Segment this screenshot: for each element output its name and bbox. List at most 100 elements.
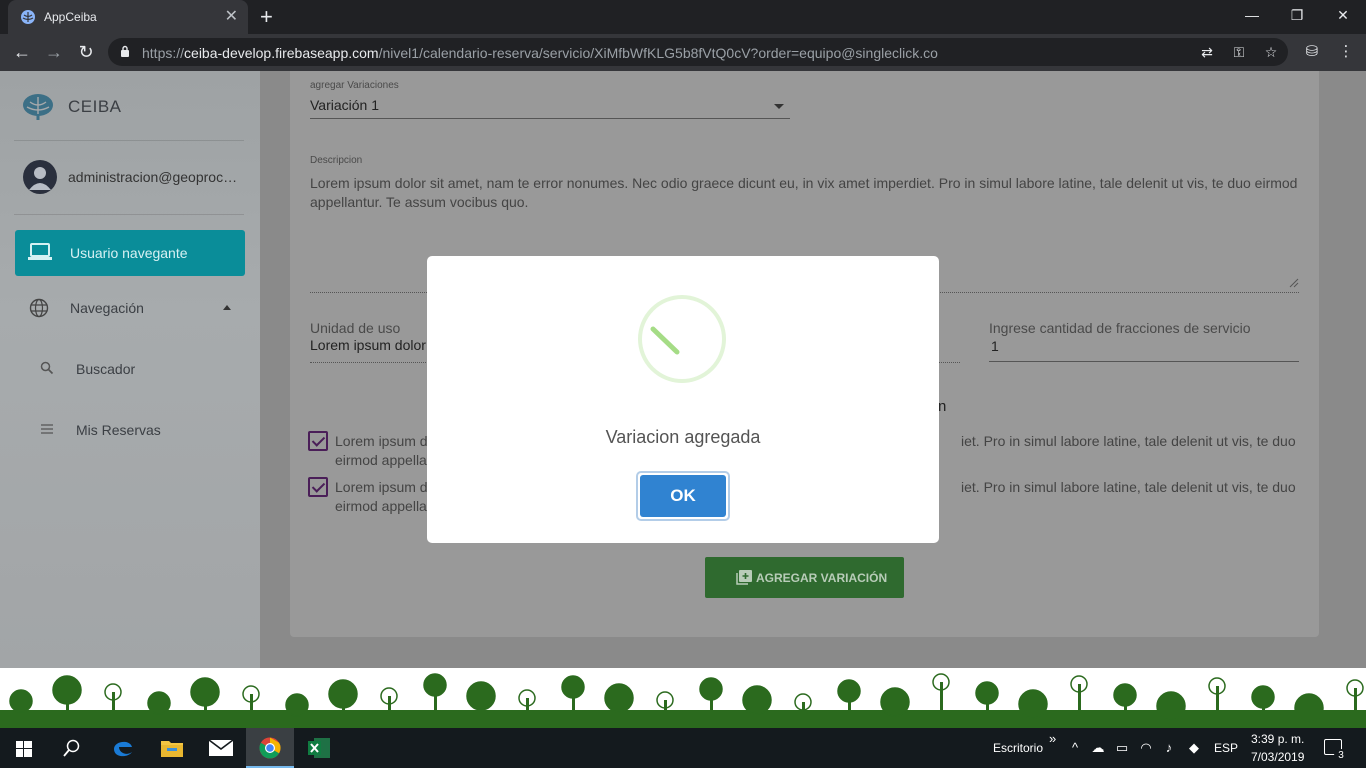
tree-crown: [52, 675, 82, 705]
success-spinner-icon: [638, 295, 726, 383]
avatar[interactable]: [23, 160, 57, 194]
select-underline: [310, 118, 790, 119]
variation-select-label: agregar Variaciones: [310, 80, 399, 91]
taskbar-mail[interactable]: [197, 728, 245, 768]
extension-icon[interactable]: ⛁: [1302, 42, 1322, 62]
notification-count-badge: 3: [1334, 749, 1348, 763]
user-icon: [29, 167, 51, 190]
onedrive-cloud-icon[interactable]: ☁: [1089, 739, 1107, 757]
section-heading: n: [938, 398, 947, 415]
folder-icon: [161, 741, 183, 757]
window-restore-button[interactable]: ❐: [1274, 0, 1320, 30]
sidebar-item-navegacion[interactable]: Navegación: [15, 288, 245, 328]
battery-icon[interactable]: ▭: [1113, 739, 1131, 757]
taskbar-chrome[interactable]: [246, 728, 294, 768]
sidebar-item-usuario-navegante[interactable]: Usuario navegante: [15, 230, 245, 276]
lock-icon: [121, 45, 129, 57]
option-checkbox-1[interactable]: [308, 431, 328, 451]
ceiba-favicon-icon: [21, 10, 35, 24]
window-minimize-button[interactable]: —: [1229, 0, 1275, 30]
wifi-icon[interactable]: ◠: [1137, 739, 1155, 757]
sidebar: CEIBA administracion@geoprocesamiento.co…: [0, 71, 260, 668]
clock-time[interactable]: 3:39 p. m.: [1251, 732, 1304, 746]
window-close-button[interactable]: ✕: [1320, 0, 1366, 30]
volume-icon[interactable]: ♪: [1160, 739, 1178, 757]
tree-crown: [742, 685, 772, 715]
dropdown-arrow-icon[interactable]: [774, 104, 784, 109]
fractions-underline: [989, 361, 1299, 362]
taskbar-search-button[interactable]: [48, 728, 96, 768]
sidebar-divider: [14, 140, 244, 141]
show-hidden-icons-icon[interactable]: ^: [1066, 739, 1084, 757]
variation-select[interactable]: Variación 1: [310, 97, 379, 113]
chrome-browser-icon: [259, 737, 281, 759]
option-checkbox-2[interactable]: [308, 477, 328, 497]
resize-handle-icon[interactable]: [1289, 278, 1299, 288]
unit-input[interactable]: Lorem ipsum dolor: [310, 337, 426, 353]
tree-trunk: [664, 700, 667, 712]
add-variation-button[interactable]: AGREGAR VARIACIÓN: [705, 557, 904, 598]
chrome-menu-icon[interactable]: ⋮: [1336, 42, 1356, 62]
taskbar-file-explorer[interactable]: [148, 728, 196, 768]
option-text-2-end: iet. Pro in simul labore latine, tale de…: [961, 479, 1296, 495]
bookmark-star-icon[interactable]: ☆: [1262, 43, 1280, 61]
dropbox-icon[interactable]: ◆: [1185, 739, 1203, 757]
option-text-1: Lorem ipsum d: [335, 433, 428, 449]
start-button[interactable]: [0, 728, 48, 768]
fractions-input[interactable]: 1: [991, 338, 999, 354]
language-indicator[interactable]: ESP: [1214, 741, 1238, 755]
mail-icon: [209, 740, 233, 756]
tree-crown: [1018, 689, 1048, 719]
windows-logo-icon: [16, 741, 32, 757]
sidebar-item-label: Navegación: [70, 300, 144, 316]
search-icon: [40, 361, 54, 375]
user-email[interactable]: administracion@geoprocesamiento.co: [68, 169, 244, 185]
fractions-label: Ingrese cantidad de fracciones de servic…: [989, 320, 1251, 336]
tree-crown: [1113, 683, 1137, 707]
tree-crown: [423, 673, 447, 697]
tree-crown: [190, 677, 220, 707]
tab-close-icon[interactable]: ✕: [225, 7, 238, 27]
ok-button[interactable]: OK: [640, 475, 726, 517]
new-tab-button[interactable]: +: [260, 5, 273, 29]
tree-crown: [328, 679, 358, 709]
taskbar-edge[interactable]: [99, 728, 147, 768]
forest-silhouette-image: [0, 673, 1366, 728]
sidebar-item-mis-reservas[interactable]: Mis Reservas: [15, 410, 245, 450]
excel-icon: [308, 738, 330, 758]
translate-icon[interactable]: ⇄: [1198, 43, 1216, 61]
address-bar[interactable]: https://ceiba-develop.firebaseapp.com/ni…: [108, 38, 1288, 66]
description-label: Descripcion: [310, 155, 363, 166]
back-arrow-icon[interactable]: ←: [10, 40, 34, 64]
clock-date[interactable]: 7/03/2019: [1251, 750, 1304, 764]
description-textarea[interactable]: Lorem ipsum dolor sit amet, nam te error…: [310, 174, 1300, 212]
desktop-toolbar-label[interactable]: Escritorio: [993, 741, 1043, 755]
url-host: ceiba-develop.firebaseapp.com: [184, 45, 379, 61]
brand-name: CEIBA: [68, 97, 122, 116]
tree-trunk: [250, 694, 253, 712]
toolbar-chevron-icon[interactable]: »: [1049, 731, 1056, 746]
sidebar-item-buscador[interactable]: Buscador: [15, 349, 245, 389]
ceiba-tree-logo-icon: [23, 94, 53, 120]
tree-trunk: [1354, 688, 1357, 712]
reload-icon[interactable]: ↻: [74, 40, 98, 64]
tree-crown: [147, 691, 171, 715]
taskbar-excel[interactable]: [295, 728, 343, 768]
success-dialog: Variacion agregada OK: [427, 256, 939, 543]
browser-tab[interactable]: AppCeiba ✕: [8, 0, 248, 34]
ok-button-focus-ring: OK: [636, 471, 730, 521]
option-text-1-end: iet. Pro in simul labore latine, tale de…: [961, 433, 1296, 449]
browser-tab-strip: AppCeiba ✕ + — ❐ ✕: [0, 0, 1366, 34]
tree-trunk: [940, 682, 943, 712]
tree-crown: [561, 675, 585, 699]
tree-trunk: [112, 692, 115, 712]
url-scheme: https://: [142, 45, 185, 61]
tree-crown: [604, 683, 634, 713]
tree-crown: [975, 681, 999, 705]
forward-arrow-icon[interactable]: →: [42, 40, 66, 64]
key-icon[interactable]: ⚿: [1230, 43, 1248, 61]
browser-toolbar: ← → ↻ https://ceiba-develop.firebaseapp.…: [0, 34, 1366, 71]
add-box-icon: [736, 570, 752, 585]
search-icon: [63, 739, 80, 757]
tree-crown: [285, 693, 309, 717]
